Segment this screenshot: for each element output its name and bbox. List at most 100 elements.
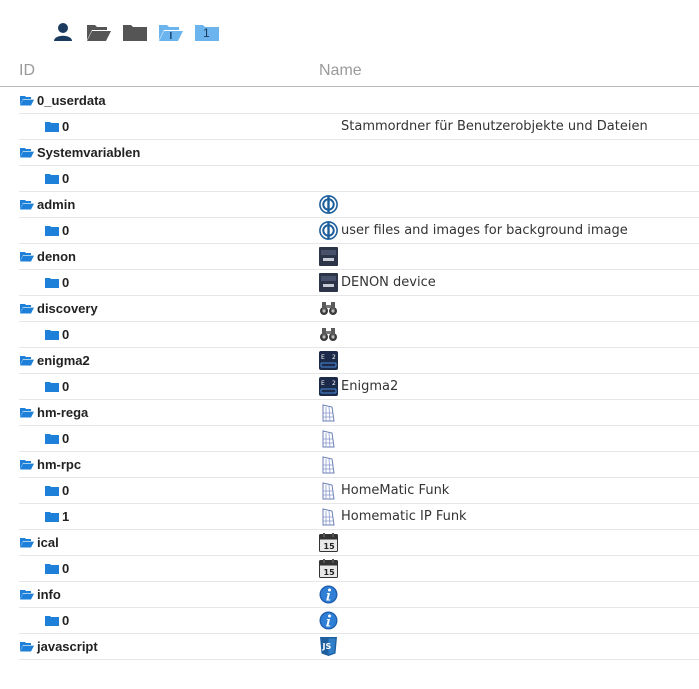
object-tree: 0_userdata 0 Stammordner für Benutzerobjek… <box>0 88 699 660</box>
folder-icon[interactable] <box>45 563 59 574</box>
folder-icon[interactable] <box>45 173 59 184</box>
binoculars-icon <box>319 299 338 318</box>
svg-text:15: 15 <box>324 542 336 551</box>
folder-open-icon[interactable] <box>20 303 34 314</box>
row-name: DENON device <box>341 275 436 290</box>
folder-open-icon[interactable] <box>20 537 34 548</box>
row-name: HomeMatic Funk <box>341 483 450 498</box>
row-id: hm-rega <box>37 405 89 420</box>
row-id: 0 <box>62 379 70 394</box>
row-id: 0 <box>62 613 70 628</box>
folder-open-icon[interactable] <box>86 22 112 44</box>
homematic-icon <box>319 507 338 526</box>
row-id: javascript <box>37 639 98 654</box>
info-icon <box>319 611 338 630</box>
folder-icon[interactable] <box>45 433 59 444</box>
tree-row[interactable]: 1 Homematic IP Funk <box>19 504 699 530</box>
folder-icon[interactable] <box>45 121 59 132</box>
column-header-id[interactable]: ID <box>19 62 35 80</box>
tree-row[interactable]: 0 <box>19 608 699 634</box>
denon-icon <box>319 247 338 266</box>
homematic-icon <box>319 403 338 422</box>
tree-row[interactable]: 0 <box>19 166 699 192</box>
tree-row[interactable]: Systemvariablen <box>19 140 699 166</box>
tree-row[interactable]: 0 Stammordner für Benutzerobjekte und Dat… <box>19 114 699 140</box>
enigma2-icon: E2 <box>319 351 338 370</box>
admin-icon <box>319 221 338 240</box>
table-header: ID Name <box>0 58 699 87</box>
row-id: 0 <box>62 119 70 134</box>
folder-open-icon[interactable] <box>20 407 34 418</box>
svg-text:2: 2 <box>332 380 336 387</box>
folder-icon[interactable] <box>45 511 59 522</box>
javascript-icon: JS <box>319 637 338 656</box>
tree-row[interactable]: 0 E 2 Enigma2 <box>19 374 699 400</box>
tree-row[interactable]: 0_userdata <box>19 88 699 114</box>
svg-text:E: E <box>321 354 325 361</box>
row-id: 0_userdata <box>37 93 106 108</box>
folder-level-button[interactable]: 1 <box>194 22 220 44</box>
tree-row[interactable]: javascript JS <box>19 634 699 660</box>
folder-open-icon[interactable] <box>20 95 34 106</box>
toolbar: 1 <box>0 0 699 60</box>
row-id: 0 <box>62 561 70 576</box>
folder-icon[interactable] <box>45 329 59 340</box>
row-id: denon <box>37 249 76 264</box>
folder-icon[interactable] <box>45 381 59 392</box>
folder-icon[interactable] <box>45 277 59 288</box>
row-id: enigma2 <box>37 353 90 368</box>
folder-open-icon[interactable] <box>20 251 34 262</box>
tree-row[interactable]: hm-rega <box>19 400 699 426</box>
enigma2-icon: E2 <box>319 377 338 396</box>
admin-icon <box>319 195 338 214</box>
row-id: discovery <box>37 301 98 316</box>
tree-row[interactable]: ical 15 <box>19 530 699 556</box>
folder-open-icon[interactable] <box>20 355 34 366</box>
row-id: 0 <box>62 171 70 186</box>
tree-row[interactable]: enigma2 E 2 <box>19 348 699 374</box>
tree-row[interactable]: 0 15 <box>19 556 699 582</box>
user-icon[interactable] <box>52 22 78 44</box>
tree-row[interactable]: discovery <box>19 296 699 322</box>
folder-icon[interactable] <box>45 225 59 236</box>
row-name: Enigma2 <box>341 379 399 394</box>
tree-row[interactable]: denon <box>19 244 699 270</box>
svg-text:E: E <box>321 380 325 387</box>
row-id: Systemvariablen <box>37 145 141 160</box>
row-name: user files and images for background ima… <box>341 223 628 238</box>
folder-icon[interactable] <box>45 485 59 496</box>
folder-open-icon[interactable] <box>20 147 34 158</box>
row-name: Stammordner für Benutzerobjekte und Date… <box>341 119 648 134</box>
row-id: 0 <box>62 483 70 498</box>
folder-open-icon[interactable] <box>20 589 34 600</box>
tree-row[interactable]: 0 user files and images for background im… <box>19 218 699 244</box>
row-id: 1 <box>62 509 70 524</box>
tree-row[interactable]: 0 DENON device <box>19 270 699 296</box>
binoculars-icon <box>319 325 338 344</box>
row-id: 0 <box>62 327 70 342</box>
row-id: ical <box>37 535 59 550</box>
column-header-name[interactable]: Name <box>319 62 362 80</box>
row-id: admin <box>37 197 76 212</box>
folder-open-icon[interactable] <box>20 199 34 210</box>
tree-row[interactable]: 0 HomeMatic Funk <box>19 478 699 504</box>
denon-icon <box>319 273 338 292</box>
row-id: 0 <box>62 275 70 290</box>
row-id: hm-rpc <box>37 457 82 472</box>
folder-open-icon[interactable] <box>158 22 184 44</box>
folder-open-icon[interactable] <box>20 459 34 470</box>
tree-row[interactable]: admin <box>19 192 699 218</box>
folder-icon[interactable] <box>122 22 148 44</box>
tree-row[interactable]: 0 <box>19 322 699 348</box>
svg-text:15: 15 <box>324 568 336 577</box>
folder-open-icon[interactable] <box>20 641 34 652</box>
homematic-icon <box>319 455 338 474</box>
tree-row[interactable]: info <box>19 582 699 608</box>
tree-row[interactable]: 0 <box>19 426 699 452</box>
homematic-icon <box>319 429 338 448</box>
folder-icon[interactable] <box>45 615 59 626</box>
svg-text:2: 2 <box>332 354 336 361</box>
row-name: Homematic IP Funk <box>341 509 467 524</box>
info-icon <box>319 585 338 604</box>
tree-row[interactable]: hm-rpc <box>19 452 699 478</box>
